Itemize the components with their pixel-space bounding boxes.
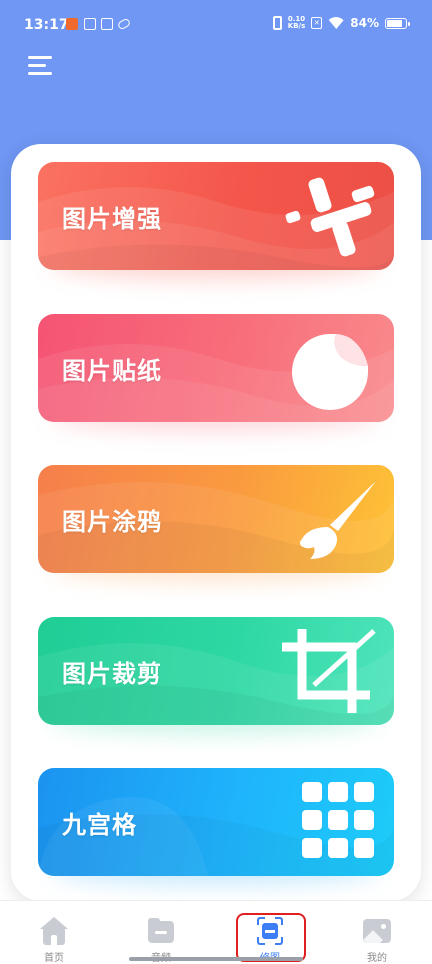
battery-icon bbox=[385, 17, 410, 29]
tab-label: 我的 bbox=[367, 953, 387, 964]
card-title: 图片裁剪 bbox=[62, 659, 162, 688]
network-speed-unit: KB/s bbox=[287, 22, 306, 30]
app-notification-icon bbox=[84, 18, 96, 30]
tab-audio[interactable]: 音频 bbox=[131, 901, 191, 964]
enhance-sliders-icon bbox=[285, 177, 375, 257]
hamburger-menu-icon[interactable] bbox=[28, 56, 54, 78]
tab-edit-image[interactable]: 修图 bbox=[240, 901, 300, 964]
vibrate-icon bbox=[272, 16, 282, 30]
card-image-sticker[interactable]: 图片贴纸 bbox=[38, 314, 394, 422]
card-title: 图片增强 bbox=[62, 204, 162, 233]
card-title: 图片涂鸦 bbox=[62, 507, 162, 536]
app-notification-icon bbox=[116, 17, 132, 31]
card-image-enhance[interactable]: 图片增强 bbox=[38, 162, 394, 270]
system-indicators: 0.10 KB/s ✕ 84% bbox=[272, 16, 410, 30]
app-screen: 13:17 0.10 KB/s ✕ 84% 图片增强 图片贴纸 图片涂鸦 图片裁… bbox=[0, 0, 432, 964]
app-notification-icon bbox=[66, 18, 78, 30]
status-time: 13:17 bbox=[24, 17, 69, 33]
wifi-icon bbox=[328, 17, 344, 29]
network-speed: 0.10 KB/s bbox=[288, 16, 305, 30]
tab-label: 首页 bbox=[44, 953, 64, 964]
picture-icon bbox=[362, 917, 392, 947]
battery-percent: 84% bbox=[350, 16, 379, 30]
nine-grid-icon bbox=[302, 782, 374, 858]
card-nine-grid[interactable]: 九宫格 bbox=[38, 768, 394, 876]
bottom-tab-bar: 首页 音频 修图 我的 bbox=[0, 900, 432, 964]
sim-x-icon: ✕ bbox=[311, 17, 323, 29]
paint-brush-icon bbox=[300, 481, 376, 559]
home-icon bbox=[39, 917, 69, 947]
sticker-peel-icon bbox=[292, 334, 368, 410]
crop-icon bbox=[282, 629, 376, 713]
tab-mine[interactable]: 我的 bbox=[347, 901, 407, 964]
app-notification-icon bbox=[101, 18, 113, 30]
gesture-home-bar[interactable] bbox=[129, 957, 303, 961]
card-image-doodle[interactable]: 图片涂鸦 bbox=[38, 465, 394, 573]
status-bar: 13:17 0.10 KB/s ✕ 84% bbox=[0, 0, 432, 52]
card-title: 图片贴纸 bbox=[62, 356, 162, 385]
card-title: 九宫格 bbox=[62, 810, 137, 839]
folder-icon bbox=[146, 917, 176, 947]
card-image-crop[interactable]: 图片裁剪 bbox=[38, 617, 394, 725]
scan-edit-icon bbox=[255, 917, 285, 947]
tab-home[interactable]: 首页 bbox=[24, 901, 84, 964]
